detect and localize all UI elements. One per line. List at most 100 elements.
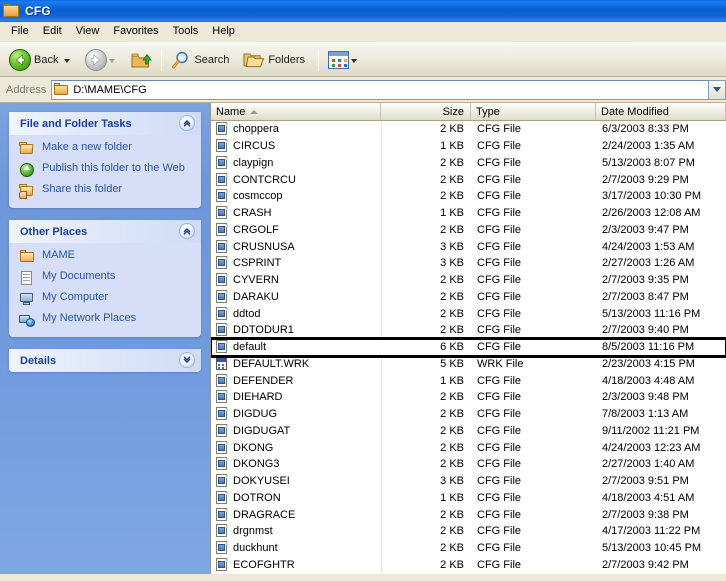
table-row[interactable]: DOTRON 1 KB CFG File 4/18/2003 4:51 AM [211,490,726,507]
file-name: DRAGRACE [233,508,296,521]
column-header-type[interactable]: Type [471,103,596,120]
back-button[interactable]: Back [4,46,80,74]
file-name: CONTCRCU [233,173,296,186]
folders-button[interactable]: Folders [238,46,314,74]
cell-type: CFG File [477,341,521,354]
cell-size: 2 KB [440,274,464,287]
explorer-window: CFG File Edit View Favorites Tools Help … [0,0,726,581]
cell-name: CRGOLF [211,222,381,237]
address-bar: Address D:\MAME\CFG [0,77,726,103]
menu-item-file[interactable]: File [4,23,36,41]
cell-type: CFG File [477,173,521,186]
publish-web-icon [19,162,36,178]
table-row[interactable]: DRAGRACE 2 KB CFG File 2/7/2003 9:38 PM [211,506,726,523]
views-button[interactable] [323,46,367,74]
menu-item-tools[interactable]: Tools [166,23,206,41]
address-label: Address [6,83,47,96]
back-dropdown-icon[interactable] [64,58,71,63]
panel-header[interactable]: Other Places [9,220,201,243]
address-input[interactable]: D:\MAME\CFG [51,79,709,100]
table-row[interactable]: DARAKU 2 KB CFG File 2/7/2003 8:47 PM [211,289,726,306]
cfg-file-icon [215,139,229,153]
table-row[interactable]: choppera 2 KB CFG File 6/3/2003 8:33 PM [211,121,726,138]
cell-size: 2 KB [440,558,464,571]
chevron-up-icon[interactable] [179,115,195,131]
cell-size: 2 KB [440,156,464,169]
task-label: Publish this folder to the Web [42,162,185,174]
task-publish-folder-to-web[interactable]: Publish this folder to the Web [19,161,193,178]
table-row[interactable]: DIGDUG 2 KB CFG File 7/8/2003 1:13 AM [211,406,726,423]
menu-item-view[interactable]: View [69,23,107,41]
table-row[interactable]: CRASH 1 KB CFG File 2/26/2003 12:08 AM [211,205,726,222]
cfg-file-icon [215,323,229,337]
place-label: My Network Places [42,312,137,324]
address-dropdown-button[interactable] [709,79,726,100]
forward-dropdown-icon [109,58,116,63]
new-folder-icon [19,141,36,157]
file-name: drgnmst [233,525,273,538]
table-row[interactable]: DKONG 2 KB CFG File 4/24/2003 12:23 AM [211,439,726,456]
forward-button[interactable] [80,46,125,74]
table-row[interactable]: CRUSNUSA 3 KB CFG File 4/24/2003 1:53 AM [211,238,726,255]
column-header-date-modified[interactable]: Date Modified [596,103,726,120]
file-name: ECOFGHTR [233,558,295,571]
table-row[interactable]: claypign 2 KB CFG File 5/13/2003 8:07 PM [211,155,726,172]
place-my-network-places[interactable]: My Network Places [19,311,193,328]
cell-date-modified: 2/7/2003 9:35 PM [602,274,689,287]
place-my-documents[interactable]: My Documents [19,269,193,286]
menu-item-help[interactable]: Help [205,23,242,41]
cell-size: 6 KB [440,341,464,354]
cell-size: 3 KB [440,475,464,488]
table-row[interactable]: default 6 KB CFG File 8/5/2003 11:16 PM [211,336,726,358]
menu-item-favorites[interactable]: Favorites [106,23,165,41]
table-row[interactable]: cosmccop 2 KB CFG File 3/17/2003 10:30 PM [211,188,726,205]
table-row[interactable]: DIEHARD 2 KB CFG File 2/3/2003 9:48 PM [211,389,726,406]
toolbar-separator [161,48,163,71]
table-row[interactable]: ddtod 2 KB CFG File 5/13/2003 11:16 PM [211,305,726,322]
table-row[interactable]: CIRCUS 1 KB CFG File 2/24/2003 1:35 AM [211,138,726,155]
menu-item-edit[interactable]: Edit [36,23,69,41]
table-row[interactable]: DEFAULT.WRK 5 KB WRK File 2/23/2003 4:15 PM [211,356,726,373]
table-row[interactable]: DOKYUSEI 3 KB CFG File 2/7/2003 9:51 PM [211,473,726,490]
table-row[interactable]: DEFENDER 1 KB CFG File 4/18/2003 4:48 AM [211,372,726,389]
place-my-computer[interactable]: My Computer [19,290,193,307]
cell-size: 2 KB [440,441,464,454]
column-header-size[interactable]: Size [381,103,471,120]
toolbar: Back Search Folders [0,43,726,77]
table-row[interactable]: CRGOLF 2 KB CFG File 2/3/2003 9:47 PM [211,222,726,239]
table-row[interactable]: DDTODUR1 2 KB CFG File 2/7/2003 9:40 PM [211,322,726,339]
file-name: DDTODUR1 [233,324,294,337]
panel-header[interactable]: Details [9,349,201,372]
column-header-name[interactable]: Name [211,103,381,120]
up-one-level-button[interactable] [125,46,157,74]
task-share-this-folder[interactable]: Share this folder [19,182,193,199]
file-name: cosmccop [233,190,283,203]
my-documents-icon [19,270,36,286]
cell-size: 2 KB [440,173,464,186]
cell-name: CRUSNUSA [211,239,381,254]
views-dropdown-icon[interactable] [351,58,358,63]
cell-date-modified: 2/23/2003 4:15 PM [602,357,695,370]
cell-size: 1 KB [440,374,464,387]
table-row[interactable]: ECOFGHTR 2 KB CFG File 2/7/2003 9:42 PM [211,557,726,574]
task-make-a-new-folder[interactable]: Make a new folder [19,140,193,157]
chevron-down-icon[interactable] [179,352,195,368]
place-mame[interactable]: MAME [19,248,193,265]
table-row[interactable]: CYVERN 2 KB CFG File 2/7/2003 9:35 PM [211,272,726,289]
task-label: Share this folder [42,183,123,195]
panel-header[interactable]: File and Folder Tasks [9,112,201,135]
cell-type: CFG File [477,424,521,437]
cell-size: 2 KB [440,290,464,303]
cell-name: DIEHARD [211,390,381,404]
table-row[interactable]: CSPRINT 3 KB CFG File 2/27/2003 1:26 AM [211,255,726,272]
cell-date-modified: 2/7/2003 8:47 PM [602,290,689,303]
table-row[interactable]: CONTCRCU 2 KB CFG File 2/7/2003 9:29 PM [211,171,726,188]
table-row[interactable]: DIGDUGAT 2 KB CFG File 9/11/2002 11:21 PM [211,423,726,440]
table-row[interactable]: drgnmst 2 KB CFG File 4/17/2003 11:22 PM [211,523,726,540]
search-button[interactable]: Search [166,46,238,74]
table-row[interactable]: duckhunt 2 KB CFG File 5/13/2003 10:45 PM [211,540,726,557]
cell-type: CFG File [477,257,521,270]
table-row[interactable]: DKONG3 2 KB CFG File 2/27/2003 1:40 AM [211,456,726,473]
chevron-up-icon[interactable] [179,223,195,239]
cell-type: CFG File [477,223,521,236]
